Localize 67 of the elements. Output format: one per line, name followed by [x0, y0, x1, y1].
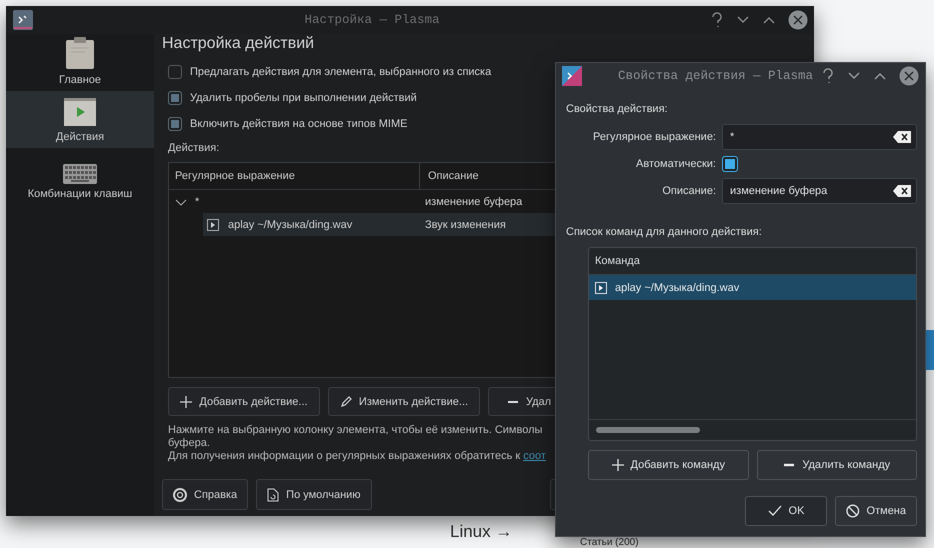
help-text: Нажмите на выбранную колонку элемента, чтобы её изменить. Символы	[168, 424, 542, 436]
close-icon[interactable]	[899, 66, 919, 86]
page-heading: Статьи (200)	[580, 538, 639, 548]
minus-icon	[507, 400, 519, 404]
table-cell-text: изменение буфера	[424, 196, 522, 208]
footer-button[interactable]: Справка	[162, 479, 248, 510]
app-icon	[562, 66, 582, 86]
table-cell: aplay ~/Музыка/ding.wav	[228, 218, 352, 230]
scrollbar-thumb[interactable]	[596, 427, 700, 433]
command-button[interactable]: Удалить команду	[756, 450, 917, 480]
sidebar-item[interactable]: Главное	[6, 34, 154, 91]
play-icon	[595, 282, 607, 294]
ok-button[interactable]: OK	[745, 496, 827, 526]
table-cell: *	[195, 196, 200, 208]
help-icon[interactable]	[821, 68, 835, 84]
document-icon	[267, 488, 280, 502]
footer-button[interactable]: По умолчанию	[256, 479, 372, 510]
field-label: Описание:	[661, 185, 716, 197]
play-window-icon	[63, 97, 97, 127]
list-row[interactable]: aplay ~/Музыка/ding.wav	[589, 275, 916, 300]
column-header[interactable]: Регулярное выражение	[169, 170, 419, 182]
input-field[interactable]: *	[722, 124, 917, 150]
window-title: Настройка — Plasma	[303, 13, 441, 27]
plus-icon	[612, 459, 624, 471]
cancel-icon	[846, 504, 860, 518]
action-button[interactable]: Добавить действие...	[168, 387, 320, 416]
clear-icon[interactable]	[893, 185, 911, 197]
window-title: Свойства действия — Plasma	[616, 69, 813, 83]
checkbox[interactable]	[722, 156, 738, 172]
field-label: Регулярное выражение:	[592, 131, 716, 143]
page-heading: Настройка действий	[162, 35, 316, 53]
help-text: Для получения информации о регулярных выражениях обратитесь к	[168, 450, 520, 462]
plus-icon	[180, 396, 192, 408]
input-field[interactable]: изменение буфера	[722, 178, 917, 204]
option-label: Удалить пробелы при выполнении действий	[190, 92, 417, 104]
section-label: Действия:	[168, 142, 220, 154]
collapse-icon[interactable]	[175, 196, 187, 206]
sidebar-item[interactable]: Комбинации клавиш	[6, 148, 154, 205]
play-icon	[207, 218, 219, 230]
page-link[interactable]: Linux →	[450, 522, 512, 542]
field-label: Автоматически:	[635, 158, 716, 170]
minus-icon	[783, 463, 796, 467]
section-label: Свойства действия:	[566, 103, 669, 115]
table-cell: aplay ~/Музыка/ding.wav	[615, 282, 740, 294]
checkbox[interactable]	[168, 65, 182, 79]
app-icon	[12, 9, 34, 31]
cancel-button[interactable]: Отмена	[835, 496, 917, 526]
help-icon[interactable]	[710, 12, 724, 28]
sidebar-item[interactable]: Действия	[6, 91, 154, 148]
option-label: Предлагать действия для элемента, выбранного из списка	[190, 66, 492, 78]
lifebuoy-icon	[173, 488, 187, 502]
option-label: Включить действия на основе типов MIME	[190, 118, 408, 130]
pencil-icon	[340, 396, 352, 408]
checkbox[interactable]	[168, 117, 182, 131]
checkmark-icon	[768, 505, 782, 517]
keyboard-icon	[63, 164, 97, 184]
checkbox[interactable]	[168, 91, 182, 105]
command-button[interactable]: Добавить команду	[588, 450, 748, 480]
help-link[interactable]: соот	[523, 450, 546, 462]
section-label: Список команд для данного действия:	[566, 226, 763, 238]
clear-icon[interactable]	[893, 131, 911, 143]
help-text: буфера.	[168, 437, 210, 449]
column-header[interactable]: Описание	[419, 163, 479, 189]
close-icon[interactable]	[788, 10, 808, 30]
action-button[interactable]: Изменить действие...	[328, 387, 480, 416]
clipboard-icon	[64, 36, 96, 70]
table-cell-text: Звук изменения	[424, 218, 506, 230]
